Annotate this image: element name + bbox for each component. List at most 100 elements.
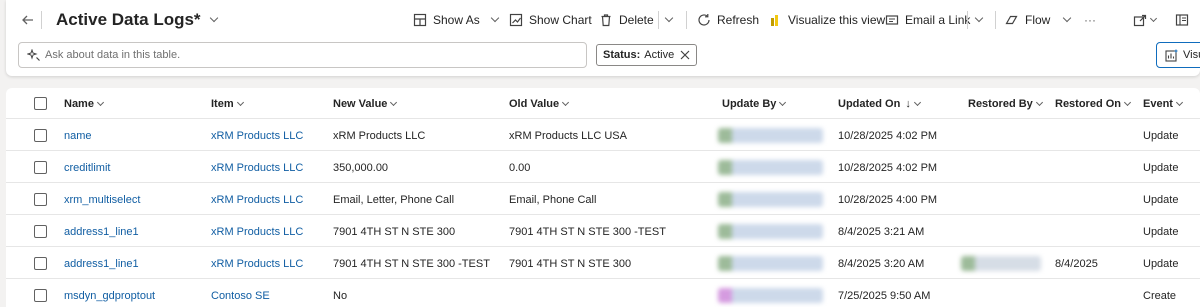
updated-on-cell: 8/4/2025 3:21 AM [838, 225, 925, 238]
column-header-event[interactable]: Event [1143, 88, 1184, 119]
event-cell: Update [1143, 129, 1179, 142]
chevron-down-icon [490, 13, 499, 23]
copilot-sparkle-icon [27, 48, 40, 62]
chevron-down-icon [779, 98, 787, 106]
column-header-item[interactable]: Item [211, 88, 244, 119]
visualize-view-button[interactable]: Visualize this view [767, 8, 885, 32]
table-row[interactable]: msdyn_gdproptout Contoso SE No 7/25/2025… [6, 280, 1200, 307]
updated-on-cell: 8/4/2025 3:20 AM [838, 257, 925, 270]
name-link[interactable]: address1_line1 [64, 216, 139, 247]
chevron-down-icon [1149, 14, 1158, 22]
status-filter-chip[interactable]: Status: Active [596, 44, 698, 66]
select-all-checkbox[interactable] [34, 97, 47, 110]
chevron-down-icon [562, 98, 570, 106]
item-link[interactable]: xRM Products LLC [211, 152, 303, 183]
close-icon[interactable] [680, 50, 690, 60]
panel-icon [1174, 12, 1190, 28]
row-checkbox[interactable] [34, 161, 47, 174]
update-by-redacted [718, 224, 823, 239]
item-link[interactable]: Contoso SE [211, 280, 270, 307]
delete-button[interactable]: Delete [598, 8, 654, 32]
visualize-icon [1165, 49, 1178, 62]
name-link[interactable]: msdyn_gdproptout [64, 280, 155, 307]
more-commands-button[interactable]: ··· [1084, 8, 1096, 32]
sort-desc-icon: ↓ [905, 97, 911, 110]
table-row[interactable]: address1_line1 xRM Products LLC 7901 4TH… [6, 216, 1200, 247]
table-row[interactable]: name xRM Products LLC xRM Products LLC x… [6, 120, 1200, 151]
chevron-down-icon [390, 98, 398, 106]
table-row[interactable]: address1_line1 xRM Products LLC 7901 4TH… [6, 248, 1200, 279]
event-cell: Update [1143, 257, 1179, 270]
view-selector[interactable]: Active Data Logs* [56, 8, 218, 32]
new-value-cell: Email, Letter, Phone Call [333, 193, 455, 206]
column-header-new-value[interactable]: New Value [333, 88, 398, 119]
name-link[interactable]: creditlimit [64, 152, 110, 183]
new-value-cell: 7901 4TH ST N STE 300 -TEST [333, 257, 490, 270]
divider [967, 11, 968, 29]
more-icon: ··· [1084, 13, 1096, 27]
old-value-cell: 0.00 [509, 161, 531, 174]
visualize-button[interactable]: Visua [1156, 42, 1200, 68]
restored-on-cell: 8/4/2025 [1055, 257, 1098, 270]
chevron-down-icon [1035, 98, 1043, 106]
row-checkbox[interactable] [34, 289, 47, 302]
back-button[interactable] [20, 8, 41, 32]
row-checkbox[interactable] [34, 225, 47, 238]
share-button[interactable] [1132, 8, 1158, 32]
table-row[interactable]: xrm_multiselect xRM Products LLC Email, … [6, 184, 1200, 215]
table-row[interactable]: creditlimit xRM Products LLC 350,000.00 … [6, 152, 1200, 183]
column-header-updated-on[interactable]: Updated On ↓ [838, 88, 921, 119]
name-link[interactable]: xrm_multiselect [64, 184, 140, 215]
divider [41, 11, 42, 29]
event-cell: Update [1143, 161, 1179, 174]
email-link-button[interactable]: Email a Link [884, 8, 970, 32]
header-row: Name Item New Value Old Value Update By … [6, 88, 1200, 119]
row-checkbox[interactable] [34, 193, 47, 206]
data-grid: Name Item New Value Old Value Update By … [6, 88, 1200, 307]
refresh-button[interactable]: Refresh [696, 8, 759, 32]
updated-on-cell: 10/28/2025 4:00 PM [838, 193, 938, 206]
row-checkbox[interactable] [34, 257, 47, 270]
update-by-redacted [718, 160, 823, 175]
name-link[interactable]: address1_line1 [64, 248, 139, 279]
panel-toggle-button[interactable] [1174, 8, 1190, 32]
ask-data-input[interactable]: Ask about data in this table. [18, 42, 587, 68]
refresh-icon [696, 12, 712, 28]
page-title: Active Data Logs* [56, 10, 201, 29]
column-header-old-value[interactable]: Old Value [509, 88, 570, 119]
divider [686, 11, 687, 29]
flow-icon [1004, 12, 1020, 28]
column-header-update-by[interactable]: Update By [722, 88, 787, 119]
update-by-redacted [718, 128, 823, 143]
column-header-restored-on[interactable]: Restored On [1055, 88, 1132, 119]
share-icon [1132, 12, 1148, 28]
row-checkbox[interactable] [34, 129, 47, 142]
new-value-cell: xRM Products LLC [333, 129, 426, 142]
name-link[interactable]: name [64, 120, 92, 151]
item-link[interactable]: xRM Products LLC [211, 120, 303, 151]
delete-more-button[interactable] [664, 8, 674, 32]
show-chart-button[interactable]: Show Chart [508, 8, 592, 32]
restored-by-redacted [961, 256, 1041, 271]
item-link[interactable]: xRM Products LLC [211, 184, 303, 215]
trash-icon [598, 12, 614, 28]
updated-on-cell: 10/28/2025 4:02 PM [838, 161, 938, 174]
updated-on-cell: 10/28/2025 4:02 PM [838, 129, 938, 142]
back-arrow-icon [20, 12, 36, 28]
command-panel: Active Data Logs* Show As Show Chart Del… [6, 0, 1200, 76]
flow-button[interactable]: Flow [1004, 8, 1072, 32]
old-value-cell: 7901 4TH ST N STE 300 [509, 257, 632, 270]
show-as-button[interactable]: Show As [412, 8, 499, 32]
item-link[interactable]: xRM Products LLC [211, 248, 303, 279]
column-header-name[interactable]: Name [64, 88, 105, 119]
item-link[interactable]: xRM Products LLC [211, 216, 303, 247]
column-header-restored-by[interactable]: Restored By [968, 88, 1043, 119]
email-more-button[interactable] [974, 8, 984, 32]
old-value-cell: 7901 4TH ST N STE 300 -TEST [509, 225, 666, 238]
new-value-cell: 350,000.00 [333, 161, 389, 174]
filter-label: Status: [603, 49, 641, 61]
chevron-down-icon [1175, 98, 1184, 106]
new-value-cell: 7901 4TH ST N STE 300 [333, 225, 456, 238]
chevron-down-icon [209, 13, 218, 23]
update-by-redacted [718, 288, 823, 303]
